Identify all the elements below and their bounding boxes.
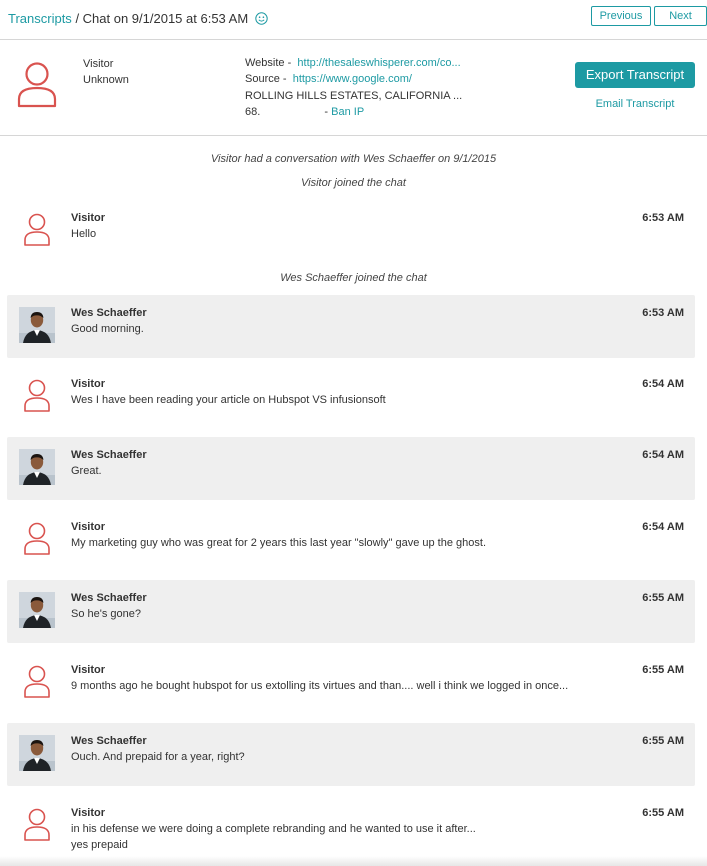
message-time: 6:55 AM: [642, 735, 684, 747]
agent-message: Wes Schaeffer 6:54 AM Great.: [7, 437, 695, 500]
message-time: 6:53 AM: [642, 212, 684, 224]
agent-message: Wes Schaeffer 6:55 AM Ouch. And prepaid …: [7, 723, 695, 786]
user-icon: [19, 521, 55, 557]
source-label: Source -: [245, 73, 287, 85]
visitor-avatar-icon: [16, 61, 58, 112]
email-transcript-link[interactable]: Email Transcript: [575, 98, 695, 110]
message-author: Wes Schaeffer: [71, 735, 147, 747]
message-text: My marketing guy who was great for 2 yea…: [71, 537, 486, 549]
message-text: in his defense we were doing a complete …: [71, 823, 476, 835]
conversation-summary: Visitor had a conversation with Wes Scha…: [210, 153, 497, 165]
visitor-message: Visitor 6:53 AM Hello: [7, 200, 695, 263]
message-text-continued: yes prepaid: [71, 839, 128, 851]
message-author: Wes Schaeffer: [71, 592, 147, 604]
visitor-name: Visitor: [83, 58, 114, 70]
website-row: Website - http://thesaleswhisperer.com/c…: [245, 57, 461, 69]
visitor-message: Visitor 6:54 AM My marketing guy who was…: [7, 509, 695, 572]
message-author: Visitor: [71, 807, 106, 819]
smiley-icon: [255, 12, 268, 28]
message-author: Wes Schaeffer: [71, 449, 147, 461]
agent-avatar: [19, 449, 55, 485]
message-time: 6:55 AM: [642, 807, 684, 819]
message-author: Wes Schaeffer: [71, 307, 147, 319]
breadcrumb: Transcripts / Chat on 9/1/2015 at 6:53 A…: [8, 11, 268, 28]
next-button[interactable]: Next: [654, 6, 707, 26]
ban-ip-link[interactable]: Ban IP: [331, 106, 364, 118]
message-time: 6:55 AM: [642, 592, 684, 604]
message-text: Good morning.: [71, 323, 144, 335]
message-time: 6:54 AM: [642, 449, 684, 461]
transcripts-link[interactable]: Transcripts: [8, 11, 72, 26]
visitor-joined-notice: Visitor joined the chat: [301, 177, 406, 189]
message-author: Visitor: [71, 664, 106, 676]
message-time: 6:53 AM: [642, 307, 684, 319]
export-transcript-button[interactable]: Export Transcript: [575, 62, 695, 88]
user-icon: [19, 212, 55, 248]
message-text: Great.: [71, 465, 102, 477]
user-icon: [19, 664, 55, 700]
message-author: Visitor: [71, 212, 106, 224]
location-text: ROLLING HILLS ESTATES, CALIFORNIA ...: [245, 90, 463, 102]
message-text: So he's gone?: [71, 608, 141, 620]
message-author: Visitor: [71, 521, 106, 533]
previous-button[interactable]: Previous: [591, 6, 651, 26]
message-text: Hello: [71, 228, 97, 240]
agent-message: Wes Schaeffer 6:53 AM Good morning.: [7, 295, 695, 358]
ip-address: 68.: [245, 106, 261, 118]
agent-joined-notice: Wes Schaeffer joined the chat: [280, 272, 427, 284]
visitor-message: Visitor 6:55 AM 9 months ago he bought h…: [7, 652, 695, 715]
visitor-message: Visitor 6:55 AM in his defense we were d…: [7, 795, 695, 858]
bottom-edge: [0, 856, 707, 866]
message-text: Ouch. And prepaid for a year, right?: [71, 751, 245, 763]
message-time: 6:54 AM: [642, 378, 684, 390]
visitor-status: Unknown: [83, 74, 129, 86]
message-time: 6:55 AM: [642, 664, 684, 676]
ban-separator: -: [324, 106, 329, 118]
agent-avatar: [19, 307, 55, 343]
visitor-message: Visitor 6:54 AM Wes I have been reading …: [7, 366, 695, 429]
visitor-header: Visitor Unknown Website - http://thesale…: [0, 41, 707, 136]
website-link[interactable]: http://thesaleswhisperer.com/co...: [297, 57, 460, 69]
message-author: Visitor: [71, 378, 106, 390]
ip-row: 68. - Ban IP: [245, 106, 364, 118]
user-icon: [19, 807, 55, 843]
message-text: Wes I have been reading your article on …: [71, 394, 386, 406]
message-text: 9 months ago he bought hubspot for us ex…: [71, 680, 569, 692]
agent-avatar: [19, 735, 55, 771]
message-time: 6:54 AM: [642, 521, 684, 533]
user-icon: [19, 378, 55, 414]
page-title: / Chat on 9/1/2015 at 6:53 AM: [75, 11, 249, 26]
agent-avatar: [19, 592, 55, 628]
top-bar: Transcripts / Chat on 9/1/2015 at 6:53 A…: [0, 0, 707, 40]
source-link[interactable]: https://www.google.com/: [293, 73, 412, 85]
agent-message: Wes Schaeffer 6:55 AM So he's gone?: [7, 580, 695, 643]
source-row: Source - https://www.google.com/: [245, 73, 412, 85]
website-label: Website -: [245, 57, 292, 69]
